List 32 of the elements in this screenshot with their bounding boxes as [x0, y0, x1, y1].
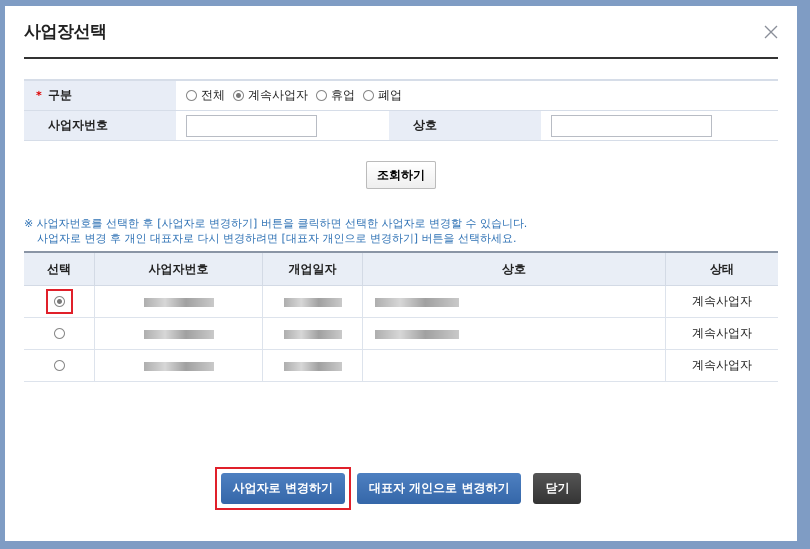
row-radio-button[interactable] — [54, 360, 64, 371]
radio-label[interactable]: 폐업 — [378, 87, 402, 104]
business-name-field[interactable] — [551, 114, 712, 136]
close-icon[interactable] — [764, 24, 778, 38]
search-button[interactable]: 조회하기 — [366, 161, 436, 189]
table-row[interactable]: 계속사업자 — [24, 318, 778, 350]
business-name-label: 상호 — [412, 117, 437, 134]
column-header: 선택 — [24, 252, 94, 286]
action-button[interactable]: 사업자로 변경하기 — [220, 473, 345, 504]
row-radio-button[interactable] — [54, 328, 64, 339]
type-label: 구분 — [48, 87, 72, 104]
action-button[interactable]: 대표자 개인으로 변경하기 — [356, 473, 522, 504]
radio-button[interactable] — [363, 90, 374, 101]
radio-label[interactable]: 전체 — [201, 87, 225, 104]
row-radio-button[interactable] — [54, 296, 64, 307]
radio-label[interactable]: 계속사업자 — [248, 87, 308, 104]
notice-text: 사업자로 변경 후 개인 대표자로 다시 변경하려면 [대표자 개인으로 변경하기] 버튼을 선택하세요. — [36, 231, 518, 246]
radio-button[interactable] — [233, 90, 244, 101]
column-header: 사업자번호 — [94, 252, 262, 286]
business-number-field[interactable] — [186, 114, 317, 136]
column-header: 상호 — [362, 252, 666, 286]
action-button[interactable]: 닫기 — [533, 473, 582, 504]
table-row[interactable]: 계속사업자 — [24, 350, 778, 382]
notice-text: ※ 사업자번호를 선택한 후 [사업자로 변경하기] 버튼을 클릭하면 선택한 사업자로 변경할 수 있습니다. — [24, 216, 528, 231]
dialog-title: 사업장선택 — [24, 21, 106, 43]
radio-button[interactable] — [316, 90, 327, 101]
required-mark: * — [36, 89, 42, 102]
column-header: 상태 — [666, 252, 778, 286]
radio-button[interactable] — [186, 90, 197, 101]
radio-label[interactable]: 휴업 — [331, 87, 355, 104]
business-number-label: 사업자번호 — [47, 117, 108, 134]
column-header: 개업일자 — [262, 252, 362, 286]
